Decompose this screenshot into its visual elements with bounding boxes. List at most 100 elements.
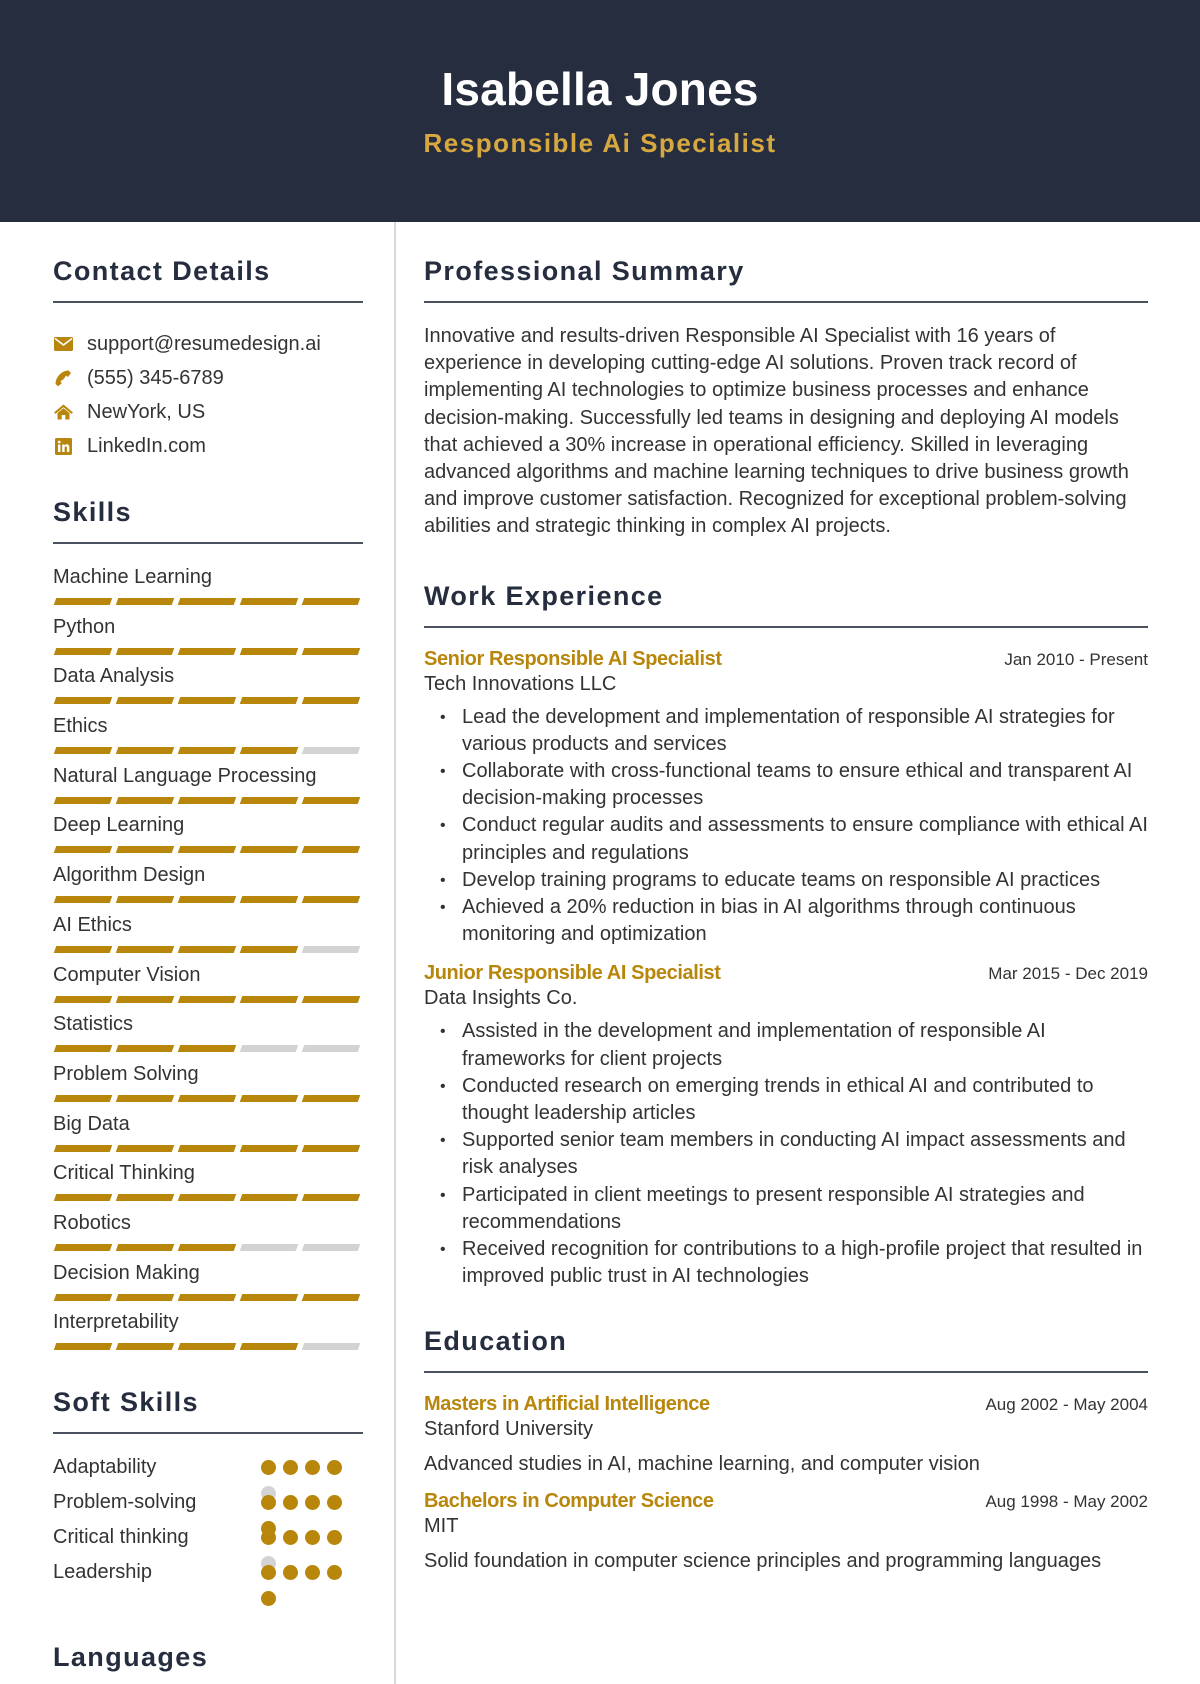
- rating-dot-filled: [261, 1495, 276, 1510]
- skill-rating-bar: [53, 1343, 363, 1351]
- rating-dot-filled: [327, 1495, 342, 1510]
- contact-phone[interactable]: (555) 345-6789: [53, 361, 363, 395]
- linkedin-icon: [53, 436, 73, 456]
- rating-segment-filled: [53, 796, 113, 804]
- rating-segment-filled: [115, 697, 175, 705]
- skill-item: Interpretability: [53, 1309, 363, 1359]
- skill-name: Ethics: [53, 715, 108, 738]
- rating-segment-filled: [301, 697, 361, 705]
- contact-email[interactable]: support@resumedesign.ai: [53, 327, 363, 361]
- skill-name: Algorithm Design: [53, 864, 206, 887]
- job-header: Junior Responsible AI Specialist Mar 2015…: [424, 962, 1148, 985]
- rating-segment-filled: [53, 995, 113, 1003]
- rating-segment-empty: [301, 1045, 361, 1053]
- skill-rating-bar: [53, 647, 363, 655]
- summary-text: Innovative and results-driven Responsibl…: [424, 325, 1129, 538]
- skill-name: Natural Language Processing: [53, 764, 317, 787]
- skill-item: Decision Making: [53, 1260, 363, 1310]
- job-bullet: Develop training programs to educate tea…: [440, 867, 1148, 894]
- skill-item: Deep Learning: [53, 812, 363, 862]
- candidate-name: Isabella Jones: [441, 63, 759, 115]
- rating-segment-filled: [177, 896, 237, 904]
- rating-segment-filled: [177, 945, 237, 953]
- job-title: Junior Responsible AI Specialist: [424, 962, 721, 985]
- rating-segment-filled: [239, 945, 299, 953]
- left-column: Contact Details support@resumedesign.ai …: [53, 222, 363, 1684]
- education-dates: Aug 1998 - May 2002: [985, 1492, 1148, 1512]
- skill-item: Data Analysis: [53, 663, 363, 713]
- skill-name: Computer Vision: [53, 963, 201, 986]
- rating-segment-empty: [301, 1243, 361, 1251]
- skill-rating-bar: [53, 995, 363, 1003]
- rating-segment-filled: [115, 747, 175, 755]
- rating-segment-filled: [301, 995, 361, 1003]
- rating-segment-filled: [53, 1144, 113, 1152]
- soft-skill-item: Problem-solving: [53, 1489, 363, 1536]
- languages-section: Languages: [53, 1642, 363, 1684]
- skill-name: Big Data: [53, 1112, 130, 1135]
- rating-segment-filled: [301, 896, 361, 904]
- degree-name: Masters in Artificial Intelligence: [424, 1393, 710, 1416]
- rating-segment-filled: [115, 846, 175, 854]
- rating-dot-filled: [305, 1565, 320, 1580]
- skill-name: Deep Learning: [53, 814, 185, 837]
- school-name: Stanford University: [424, 1418, 593, 1441]
- skills-list: Machine Learning Python Data Analysis Ethic…: [53, 564, 363, 1359]
- rating-segment-filled: [177, 1293, 237, 1301]
- soft-skill-item: Critical thinking: [53, 1524, 363, 1571]
- skill-item: Algorithm Design: [53, 862, 363, 912]
- rating-segment-filled: [301, 846, 361, 854]
- job-header: Senior Responsible AI Specialist Jan 2010…: [424, 648, 1148, 671]
- skill-rating-bar: [53, 896, 363, 904]
- skill-name: Decision Making: [53, 1261, 200, 1284]
- skill-rating-bar: [53, 1094, 363, 1102]
- degree-name: Bachelors in Computer Science: [424, 1490, 714, 1513]
- skill-rating-bar: [53, 1243, 363, 1251]
- job-title: Senior Responsible AI Specialist: [424, 647, 722, 670]
- rating-segment-filled: [177, 1243, 237, 1251]
- phone-icon: [53, 368, 73, 388]
- soft-skills-list: Adaptability Problem-solving Critical thin…: [53, 1454, 363, 1606]
- experience-heading: Work Experience: [424, 581, 1148, 628]
- education-dates: Aug 2002 - May 2004: [985, 1395, 1148, 1415]
- education-list: Masters in Artificial Intelligence Aug 20…: [424, 1393, 1148, 1573]
- soft-skills-section: Soft Skills Adaptability Problem-solving C…: [53, 1387, 363, 1606]
- rating-segment-filled: [239, 995, 299, 1003]
- skill-item: Ethics: [53, 713, 363, 763]
- summary-heading: Professional Summary: [424, 256, 1148, 303]
- rating-dot-filled: [261, 1460, 276, 1475]
- rating-segment-filled: [53, 1243, 113, 1251]
- job-bullet: Collaborate with cross-functional teams …: [440, 758, 1148, 812]
- skill-rating-bar: [53, 697, 363, 705]
- skill-rating-bar: [53, 796, 363, 804]
- rating-segment-filled: [115, 598, 175, 605]
- rating-dot-filled: [283, 1565, 298, 1580]
- soft-skill-rating: [261, 1495, 351, 1536]
- rating-segment-filled: [177, 1045, 237, 1053]
- contact-location: NewYork, US: [53, 395, 363, 429]
- skill-item: Big Data: [53, 1111, 363, 1161]
- rating-segment-filled: [115, 796, 175, 804]
- education-section: Education Masters in Artificial Intellig…: [424, 1326, 1148, 1573]
- rating-dot-filled: [261, 1530, 276, 1545]
- rating-segment-empty: [239, 1045, 299, 1053]
- education-header: Bachelors in Computer Science Aug 1998 - …: [424, 1490, 1148, 1513]
- rating-segment-filled: [53, 1293, 113, 1301]
- rating-segment-filled: [239, 1293, 299, 1301]
- right-column: Professional Summary Innovative and resu…: [424, 222, 1148, 1573]
- soft-skill-item: Leadership: [53, 1559, 363, 1606]
- rating-segment-filled: [177, 647, 237, 655]
- skill-rating-bar: [53, 598, 363, 605]
- job-bullets: Lead the development and implementation …: [424, 704, 1148, 949]
- rating-segment-filled: [301, 1094, 361, 1102]
- rating-segment-filled: [301, 1293, 361, 1301]
- rating-segment-filled: [115, 1293, 175, 1301]
- rating-segment-empty: [239, 1243, 299, 1251]
- rating-segment-filled: [177, 796, 237, 804]
- rating-segment-filled: [239, 896, 299, 904]
- skill-rating-bar: [53, 1194, 363, 1202]
- job-bullet: Conducted research on emerging trends in…: [440, 1073, 1148, 1127]
- contact-location-text: NewYork, US: [87, 400, 206, 423]
- contact-linkedin[interactable]: LinkedIn.com: [53, 429, 363, 463]
- education-heading: Education: [424, 1326, 1148, 1374]
